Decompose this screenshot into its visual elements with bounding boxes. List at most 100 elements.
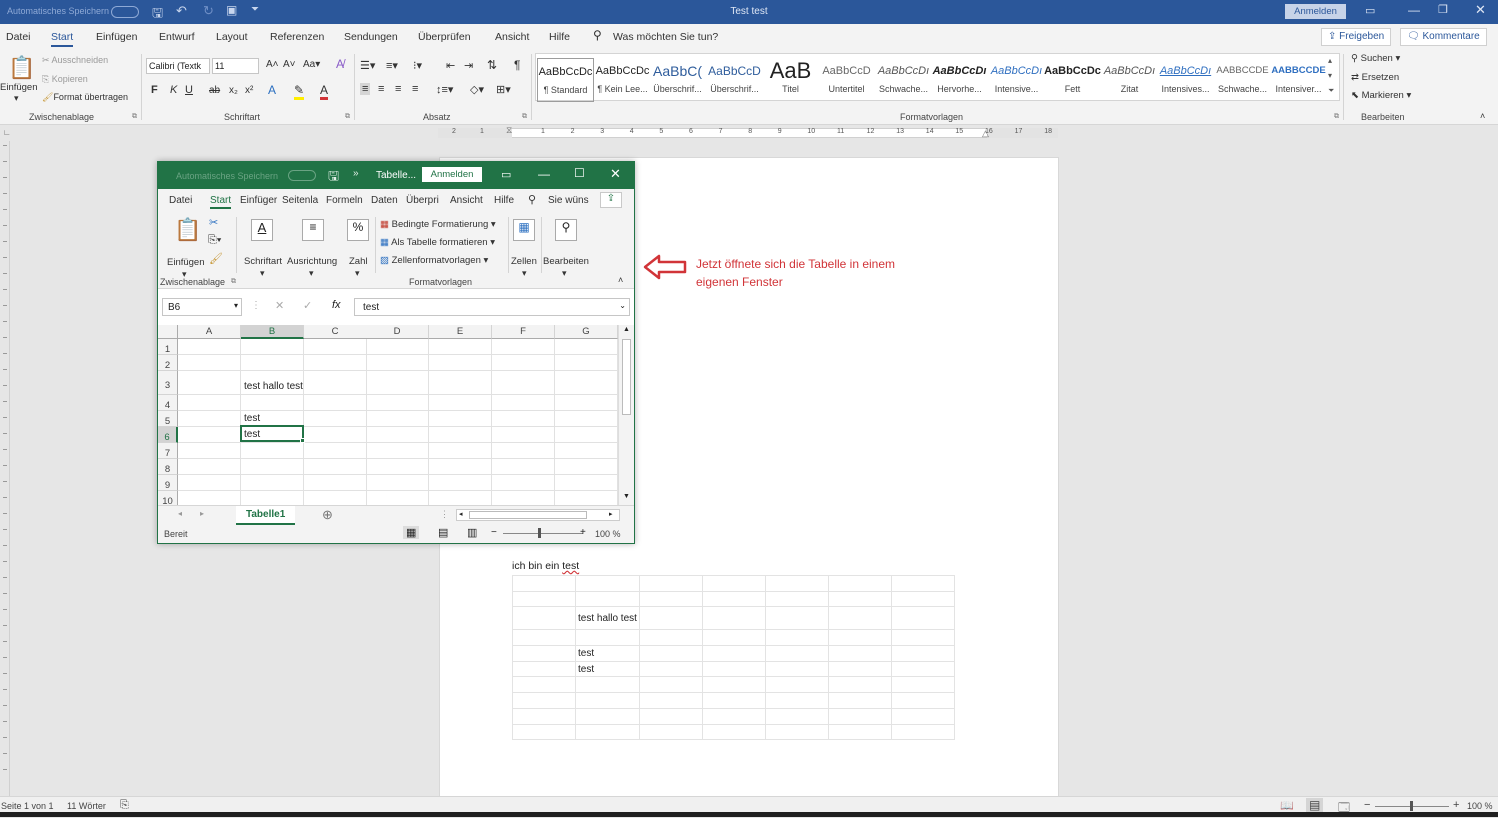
change-case-icon[interactable]: Aa▾ — [303, 59, 320, 70]
excel-window[interactable]: Automatisches Speichern 🖫 » Tabelle... A… — [157, 161, 635, 544]
style-intense-emphasis[interactable]: AaBbCcDı Intensive... — [988, 58, 1045, 102]
word-table-cell[interactable] — [764, 707, 829, 725]
word-table-cell[interactable] — [638, 723, 703, 741]
zoom-out-icon[interactable]: − — [1364, 799, 1370, 811]
grow-font-icon[interactable]: A˄ — [266, 59, 279, 70]
word-table-cell[interactable] — [890, 676, 955, 694]
style-kein-leerraum[interactable]: AaBbCcDc ¶ Kein Lee... — [594, 58, 651, 102]
word-table-cell[interactable] — [638, 629, 703, 647]
style-strong[interactable]: AaBbCcDc Fett — [1044, 58, 1101, 102]
tab-sendungen[interactable]: Sendungen — [344, 31, 398, 43]
excel-zoom-level[interactable]: 100 % — [595, 529, 621, 539]
signin-button[interactable]: Anmelden — [1285, 4, 1346, 19]
word-table-cell[interactable] — [701, 692, 766, 709]
word-table-cell[interactable] — [827, 645, 892, 662]
column-header[interactable]: C — [304, 325, 367, 339]
word-table-cell[interactable]: test hallo test — [575, 606, 640, 631]
column-header[interactable]: E — [429, 325, 492, 339]
word-table-cell[interactable] — [575, 590, 640, 608]
excel-zoom-slider-thumb[interactable] — [538, 528, 541, 538]
word-table-cell[interactable] — [890, 692, 955, 709]
word-table-cell[interactable] — [827, 707, 892, 725]
paragraph-dialog-launcher-icon[interactable]: ⧉ — [522, 113, 527, 121]
word-table-cell[interactable] — [512, 606, 576, 631]
column-header[interactable]: A — [178, 325, 241, 339]
numbering-icon[interactable]: ≡▾ — [386, 59, 398, 72]
excel-collapse-ribbon-icon[interactable]: ˄ — [618, 275, 623, 285]
comments-button[interactable]: 🗨 Kommentare — [1400, 28, 1487, 46]
excel-tab-ueberpruefen[interactable]: Überpri — [406, 195, 439, 206]
word-table-cell[interactable] — [701, 645, 766, 662]
word-table-cell[interactable] — [701, 707, 766, 725]
column-header[interactable]: B — [241, 325, 304, 339]
word-table-cell[interactable] — [890, 575, 955, 592]
name-box-dropdown-icon[interactable]: ▾ — [234, 301, 238, 310]
scroll-up-icon[interactable]: ▲ — [623, 326, 630, 333]
word-table-cell[interactable] — [890, 707, 955, 725]
word-table-cell[interactable] — [764, 590, 829, 608]
strikethrough-button[interactable]: ab — [209, 85, 220, 96]
zoom-slider-thumb[interactable] — [1410, 801, 1413, 811]
word-table-cell[interactable] — [764, 692, 829, 709]
confirm-entry-icon[interactable]: ✓ — [303, 299, 312, 312]
style-intense-quote[interactable]: AaBbCcDı Intensives... — [1157, 58, 1214, 102]
print-layout-icon[interactable]: ▤ — [1306, 798, 1324, 812]
excel-tab-ansicht[interactable]: Ansicht — [450, 195, 483, 206]
column-header[interactable]: F — [492, 325, 555, 339]
excel-minimize-icon[interactable]: — — [538, 167, 550, 181]
show-marks-button[interactable]: ¶ — [514, 58, 520, 72]
sheet-prev-icon[interactable]: ◂ — [178, 509, 182, 518]
add-sheet-icon[interactable]: ⊕ — [322, 507, 333, 523]
excel-signin-button[interactable]: Anmelden — [422, 167, 482, 182]
word-table-cell[interactable] — [575, 629, 640, 647]
copy-button[interactable]: ⎘ Kopieren — [42, 74, 88, 85]
word-table-cell[interactable] — [638, 606, 703, 631]
font-size-select[interactable]: 11 — [212, 58, 259, 74]
indent-marker-icon[interactable]: ⧖ — [506, 125, 512, 136]
excel-number-dropdown-icon[interactable]: ▾ — [355, 268, 360, 279]
cut-button[interactable]: ✂ Ausschneiden — [42, 55, 108, 66]
tab-entwurf[interactable]: Entwurf — [159, 31, 195, 43]
document-heading[interactable]: ich bin ein test — [512, 560, 579, 572]
italic-button[interactable]: K — [170, 84, 177, 96]
autosave-toggle[interactable] — [111, 6, 139, 18]
normal-view-icon[interactable]: ▦ — [403, 526, 420, 539]
row-header[interactable]: 1 — [158, 339, 178, 355]
word-table-cell[interactable] — [827, 692, 892, 709]
excel-cells-dropdown-icon[interactable]: ▾ — [522, 268, 527, 279]
word-table-cell[interactable]: test — [575, 660, 640, 678]
name-box[interactable]: B6 ▾ — [162, 298, 242, 316]
excel-font-icon[interactable]: A — [251, 219, 273, 241]
row-header[interactable]: 5 — [158, 411, 178, 427]
tab-hilfe[interactable]: Hilfe — [549, 31, 570, 43]
excel-tab-einfuegen[interactable]: Einfüger — [240, 195, 277, 206]
style-title[interactable]: AaB Titel — [762, 58, 819, 102]
word-table-cell[interactable] — [764, 606, 829, 631]
restore-icon[interactable]: ❐ — [1438, 3, 1448, 16]
dialog-launcher-icon[interactable]: ⧉ — [132, 113, 137, 121]
font-name-select[interactable]: Calibri (Textk — [146, 58, 210, 74]
excel-cut-icon[interactable]: ✂ — [209, 216, 218, 229]
word-table-cell[interactable] — [638, 590, 703, 608]
multilevel-list-icon[interactable]: ⁝▾ — [413, 59, 422, 72]
excel-conditional-format-button[interactable]: ▦ Bedingte Formatierung ▾ — [380, 219, 496, 230]
decrease-indent-icon[interactable]: ⇤ — [446, 59, 455, 72]
tab-split-icon[interactable]: ⋮ — [440, 509, 449, 520]
style-subtitle[interactable]: AaBbCcD Untertitel — [818, 58, 875, 102]
word-table-cell[interactable] — [638, 707, 703, 725]
excel-tab-datei[interactable]: Datei — [169, 195, 192, 206]
excel-search-icon[interactable]: ⚲ — [528, 193, 536, 206]
cell-b3[interactable]: test hallo test — [244, 381, 303, 392]
row-header[interactable]: 7 — [158, 443, 178, 459]
redo-icon[interactable]: ↻ — [203, 3, 214, 19]
excel-maximize-icon[interactable]: ☐ — [574, 166, 585, 180]
increase-indent-icon[interactable]: ⇥ — [464, 59, 473, 72]
zoom-in-icon[interactable]: + — [1453, 799, 1459, 811]
excel-percent-icon[interactable]: % — [347, 219, 369, 241]
word-table-cell[interactable] — [512, 676, 576, 694]
save-icon[interactable]: 🖫 — [152, 4, 163, 26]
tab-ueberpruefen[interactable]: Überprüfen — [418, 31, 471, 43]
excel-cell-styles-button[interactable]: ▨ Zellenformatvorlagen ▾ — [380, 255, 488, 266]
row-header[interactable]: 6 — [158, 427, 178, 443]
word-table-cell[interactable] — [575, 575, 640, 592]
